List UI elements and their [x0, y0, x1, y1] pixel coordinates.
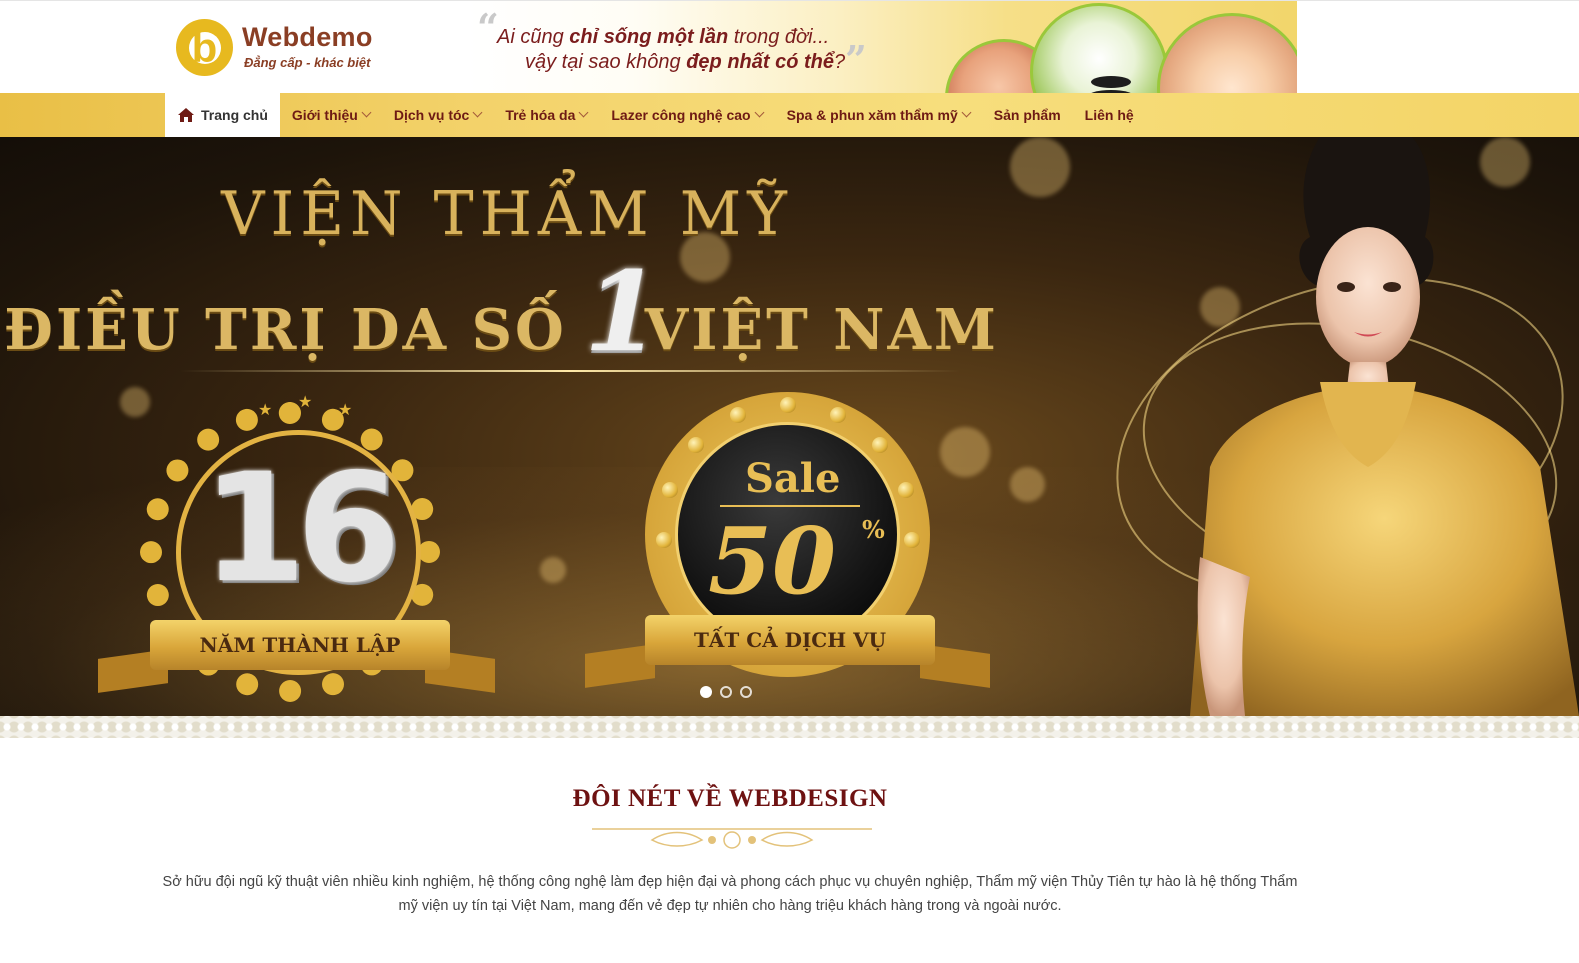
stud-decor [656, 532, 672, 548]
quote-line-1-a: Ai cũng [497, 26, 570, 48]
chevron-down-icon [578, 107, 589, 118]
rank-number: 1 [584, 247, 661, 376]
stud-decor [872, 437, 888, 453]
quote-line-2-c: ? [834, 51, 846, 73]
slider-dot-1[interactable] [700, 686, 712, 698]
logo-name: Webdemo [242, 22, 373, 52]
site-header: b Webdemo Đẳng cấp - khác biệt “ Ai cũng… [0, 0, 1579, 93]
nav-item-label: Trang chủ [201, 107, 268, 123]
logo-letter: b [191, 24, 218, 71]
hero-title-line-2-a: ĐIỀU TRỊ DA SỐ [4, 297, 567, 363]
stud-decor [898, 482, 914, 498]
bokeh-light [1010, 467, 1045, 502]
chevron-down-icon [754, 107, 765, 118]
quote-line-1-c: trong đời... [728, 26, 830, 48]
nav-item-laser[interactable]: Lazer công nghệ cao [599, 93, 774, 137]
stud-decor [830, 407, 846, 423]
years-number: 16 [202, 442, 401, 616]
star-icon: ★ [338, 402, 353, 419]
chevron-down-icon [361, 107, 372, 118]
bokeh-light [540, 557, 566, 583]
chevron-down-icon [961, 107, 972, 118]
lace-divider [0, 716, 1579, 738]
stud-decor [904, 532, 920, 548]
badge-years: ★ ★ ★ 16 NĂM THÀNH LẬP [98, 392, 510, 716]
hero-title-line-1: VIỆN THẨM MỸ [221, 179, 793, 249]
nav-item-label: Liên hệ [1084, 107, 1134, 123]
star-icon: ★ [258, 402, 273, 419]
star-icon: ★ [298, 394, 313, 411]
home-icon [178, 108, 194, 122]
quote-line-2: vậy tại sao không đẹp nhất có thể? [525, 51, 845, 74]
badge-sale: Sale 50 % TẤT CẢ DỊCH VỤ [580, 387, 1000, 716]
model-photo [1074, 137, 1579, 716]
spa-massage-photo [1157, 13, 1297, 93]
stud-decor [780, 397, 796, 413]
sale-number: 50 [708, 507, 837, 615]
about-title: ĐÔI NÉT VỀ WEBDESIGN [572, 785, 888, 812]
stone-shape [1091, 76, 1131, 88]
nav-item-contact[interactable]: Liên hệ [1073, 93, 1146, 137]
nav-item-label: Giới thiệu [291, 107, 358, 123]
site-logo[interactable]: b Webdemo Đẳng cấp - khác biệt [176, 19, 396, 79]
nav-item-label: Spa & phun xăm thẩm mỹ [786, 107, 958, 123]
about-description: Sở hữu đội ngũ kỹ thuật viên nhiều kinh … [162, 874, 1298, 914]
nav-item-products[interactable]: Sản phẩm [982, 93, 1073, 137]
quote-line-2-emphasis: đẹp nhất có thể [686, 51, 835, 73]
nav-item-about[interactable]: Giới thiệu [280, 93, 382, 137]
quote-line-2-a: vậy tại sao không [525, 51, 687, 73]
slider-dots [700, 686, 752, 698]
nav-item-hair-services[interactable]: Dịch vụ tóc [382, 93, 493, 137]
chevron-down-icon [472, 107, 483, 118]
stud-decor [662, 482, 678, 498]
nav-item-label: Lazer công nghệ cao [611, 107, 751, 123]
nav-item-label: Sản phẩm [993, 107, 1061, 123]
nav-item-label: Dịch vụ tóc [393, 107, 470, 123]
stud-decor [688, 437, 704, 453]
quote-open-mark: “ [477, 5, 499, 50]
ornament-divider [592, 828, 872, 849]
slider-dot-2[interactable] [720, 686, 732, 698]
model-silhouette [1190, 137, 1579, 716]
sale-percent: % [862, 515, 885, 544]
slider-dot-3[interactable] [740, 686, 752, 698]
quote-line-1-emphasis: chỉ sống một lần [569, 26, 729, 48]
quote-line-1: Ai cũng chỉ sống một lần trong đời... [497, 26, 829, 49]
hero-title-line-2-b: VIỆT NAM [644, 297, 999, 363]
stud-decor [730, 407, 746, 423]
nav-item-spa-tattoo[interactable]: Spa & phun xăm thẩm mỹ [775, 93, 982, 137]
spa-stones-photo [1030, 3, 1168, 93]
hero-divider [180, 370, 960, 372]
sale-word: Sale [745, 455, 841, 502]
bokeh-light [1010, 137, 1070, 197]
quote-close-mark: ” [845, 37, 867, 82]
main-nav: Trang chủ Giới thiệu Dịch vụ tóc Trẻ hóa… [0, 93, 1579, 137]
years-ribbon: NĂM THÀNH LẬP [150, 620, 450, 670]
logo-slogan: Đẳng cấp - khác biệt [244, 55, 371, 70]
nav-item-label: Trẻ hóa da [505, 107, 576, 123]
header-banner: “ Ai cũng chỉ sống một lần trong đời... … [467, 1, 1297, 93]
hero-title-line-2: ĐIỀU TRỊ DA SỐ VIỆT NAM [4, 297, 1044, 363]
nav-item-skin-rejuvenation[interactable]: Trẻ hóa da [493, 93, 599, 137]
hero-slider[interactable]: VIỆN THẨM MỸ ĐIỀU TRỊ DA SỐ VIỆT NAM 1 ★ … [0, 137, 1579, 716]
sale-ribbon: TẤT CẢ DỊCH VỤ [645, 615, 935, 665]
nav-item-home[interactable]: Trang chủ [165, 93, 280, 137]
